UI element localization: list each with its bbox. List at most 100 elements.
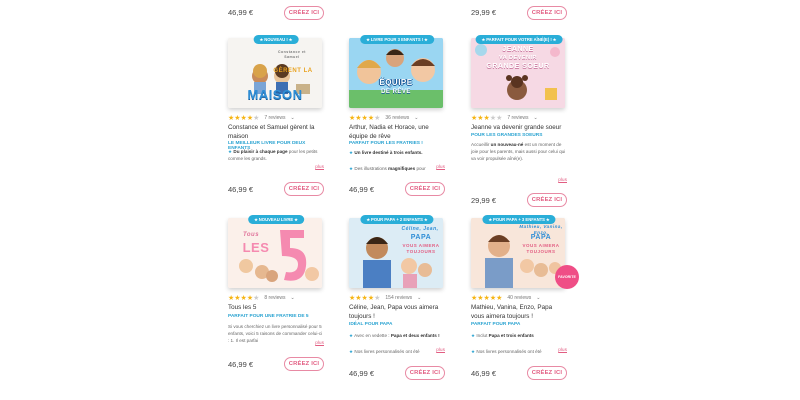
more-link[interactable]: plus	[315, 341, 324, 346]
rating-stars: ★★★★★ 154 reviews ⌄	[349, 295, 422, 302]
cover-subtitle: GÈRENT LA	[273, 68, 313, 74]
badge: ★POUR PAPA + 3 ENFANTS★	[482, 215, 556, 224]
product-subtitle: PARFAIT POUR LES FRATRIES !	[349, 141, 423, 146]
cover-title: PAPA	[530, 234, 552, 241]
price: 29,99 €	[471, 8, 497, 17]
cover-illustration	[349, 38, 443, 108]
price: 46,99 €	[228, 360, 254, 369]
product-description-2: ★ Des illustrations magnifiques pour	[349, 166, 426, 171]
product-subtitle: IDÉAL POUR PAPA	[349, 322, 393, 327]
product-description: ★ Un livre destiné à trois enfants.	[349, 150, 423, 155]
create-button[interactable]: CRÉEZ ICI	[405, 182, 445, 196]
product-subtitle: PARFAIT POUR UNE FRATRIE DE 5	[228, 314, 309, 319]
book-cover[interactable]: Tous LES	[228, 218, 322, 288]
review-count: 36 reviews	[385, 115, 410, 121]
create-button[interactable]: CRÉEZ ICI	[527, 6, 567, 20]
product-description: ★ Inclut Papa et trois enfants	[471, 333, 534, 338]
badge: ★POUR PAPA + 2 ENFANTS★	[360, 215, 434, 224]
product-card[interactable]: GÈRENT LA MAISON Constance et Samuel ★NO…	[228, 28, 324, 208]
card-footer: 46,99 € CRÉEZ ICI	[349, 366, 445, 380]
book-cover[interactable]: GÈRENT LA MAISON Constance et Samuel	[228, 38, 322, 108]
cover-names: Constance et Samuel	[278, 50, 306, 59]
cover-names: Céline, Jean,	[401, 226, 439, 232]
review-count: 40 reviews	[507, 295, 532, 301]
rating-stars: ★★★★★ 40 reviews ⌄	[471, 295, 541, 302]
cover-title-3: GRANDE SOEUR	[486, 63, 550, 70]
cover-title: JEANNE	[502, 46, 534, 53]
create-button[interactable]: CRÉEZ ICI	[284, 6, 324, 20]
product-title[interactable]: Mathieu, Vanina, Enzo, Papa vous aimera …	[471, 304, 567, 321]
cover-title: LES	[242, 240, 270, 255]
badge: ★LIVRE POUR 3 ENFANTS !★	[360, 35, 434, 44]
product-card[interactable]: Mathieu, Vanina, Enzo, PAPA VOUS AIMERA …	[471, 208, 579, 388]
product-card[interactable]: Tous LES ★NOUVEAU LIVRE★ ★★★★★ 8 reviews ⌄…	[228, 208, 324, 388]
cover-title: PAPA	[410, 234, 432, 241]
cover-title-2: VOUS AIMERA	[522, 243, 560, 248]
more-link[interactable]: plus	[436, 348, 445, 353]
product-description-2: ★ Nos livres personnalisés ont été	[349, 349, 420, 354]
cover-subtitle: Tous	[242, 232, 260, 238]
create-button[interactable]: CRÉEZ ICI	[284, 182, 324, 196]
card-footer: 46,99 € CRÉEZ ICI	[228, 357, 324, 371]
review-count: 8 reviews	[264, 295, 286, 301]
badge: ★PARFAIT POUR VOTRE AÎNÉ(E) !★	[475, 35, 563, 44]
cover-title-2: VA DEVENIR	[498, 55, 537, 61]
card-footer: 46,99 € CRÉEZ ICI	[228, 182, 324, 196]
product-description: Accueillir un nouveau-né est un moment d…	[471, 142, 566, 161]
cover-title-2: DE RÊVE	[381, 89, 411, 95]
more-link[interactable]: plus	[436, 165, 445, 170]
rating-stars: ★★★★★ 8 reviews ⌄	[228, 295, 295, 302]
create-button[interactable]: CRÉEZ ICI	[527, 193, 567, 207]
card-footer: 46,99 € CRÉEZ ICI	[471, 366, 567, 380]
book-cover[interactable]: JEANNE VA DEVENIR GRANDE SOEUR	[471, 38, 565, 108]
top-price-row: 46,99 € CRÉEZ ICI 29,99 € CRÉEZ ICI	[0, 6, 800, 22]
product-title[interactable]: Céline, Jean, Papa vous aimera toujours …	[349, 304, 445, 321]
cover-title: ÉQUIPE	[379, 78, 413, 87]
book-cover[interactable]: ÉQUIPE DE RÊVE	[349, 38, 443, 108]
price: 46,99 €	[349, 369, 375, 378]
cover-title-3: TOUJOURS	[526, 249, 556, 254]
create-button[interactable]: CRÉEZ ICI	[405, 366, 445, 380]
product-title[interactable]: Constance et Samuel gèrent la maison	[228, 124, 324, 141]
top-cell-1: 46,99 € CRÉEZ ICI	[228, 6, 324, 22]
cover-title-3: TOUJOURS	[406, 249, 436, 254]
more-link[interactable]: plus	[558, 178, 567, 183]
review-count: 7 reviews	[264, 115, 286, 121]
favorite-badge: FAVORITE	[555, 265, 579, 289]
product-description: ★ Du plaisir à chaque page pour les peti…	[228, 149, 318, 161]
price: 46,99 €	[228, 8, 254, 17]
rating-stars: ★★★★★ 36 reviews ⌄	[349, 115, 419, 122]
create-button[interactable]: CRÉEZ ICI	[527, 366, 567, 380]
book-cover[interactable]: Céline, Jean, PAPA VOUS AIMERA TOUJOURS	[349, 218, 443, 288]
price: 29,99 €	[471, 196, 497, 205]
product-title[interactable]: Arthur, Nadia et Horace, une équipe de r…	[349, 124, 445, 141]
top-cell-2: 29,99 € CRÉEZ ICI	[471, 6, 567, 22]
product-subtitle: POUR LES GRANDES SOEURS	[471, 133, 543, 138]
more-link[interactable]: plus	[315, 165, 324, 170]
product-description: Si vous cherchiez un livre personnalisé …	[228, 324, 323, 343]
badge: ★NOUVEAU !★	[253, 35, 299, 44]
product-card[interactable]: JEANNE VA DEVENIR GRANDE SOEUR ★PARFAIT …	[471, 28, 567, 208]
review-count: 7 reviews	[507, 115, 529, 121]
price: 46,99 €	[471, 369, 497, 378]
rating-stars: ★★★★★ 7 reviews ⌄	[471, 115, 538, 122]
product-card[interactable]: ÉQUIPE DE RÊVE ★LIVRE POUR 3 ENFANTS !★ …	[349, 28, 445, 208]
badge: ★NOUVEAU LIVRE★	[248, 215, 304, 224]
cover-title-2: VOUS AIMERA	[402, 243, 440, 248]
price: 46,99 €	[349, 185, 375, 194]
book-cover[interactable]: Mathieu, Vanina, Enzo, PAPA VOUS AIMERA …	[471, 218, 565, 288]
product-description: ★ Avec en vedette : Papa et deux enfants…	[349, 333, 440, 338]
more-link[interactable]: plus	[558, 348, 567, 353]
product-description-2: ★ Nos livres personnalisés ont été	[471, 349, 542, 354]
product-title[interactable]: Tous les 5	[228, 304, 324, 313]
card-footer: 46,99 € CRÉEZ ICI	[349, 182, 445, 196]
card-footer: 29,99 € CRÉEZ ICI	[471, 193, 567, 207]
product-subtitle: PARFAIT POUR PAPA	[471, 322, 521, 327]
rating-stars: ★★★★★ 7 reviews ⌄	[228, 115, 295, 122]
product-card[interactable]: Céline, Jean, PAPA VOUS AIMERA TOUJOURS …	[349, 208, 445, 388]
create-button[interactable]: CRÉEZ ICI	[284, 357, 324, 371]
cover-title: MAISON	[247, 87, 303, 102]
product-title[interactable]: Jeanne va devenir grande soeur	[471, 124, 567, 133]
price: 46,99 €	[228, 185, 254, 194]
review-count: 154 reviews	[385, 295, 413, 301]
